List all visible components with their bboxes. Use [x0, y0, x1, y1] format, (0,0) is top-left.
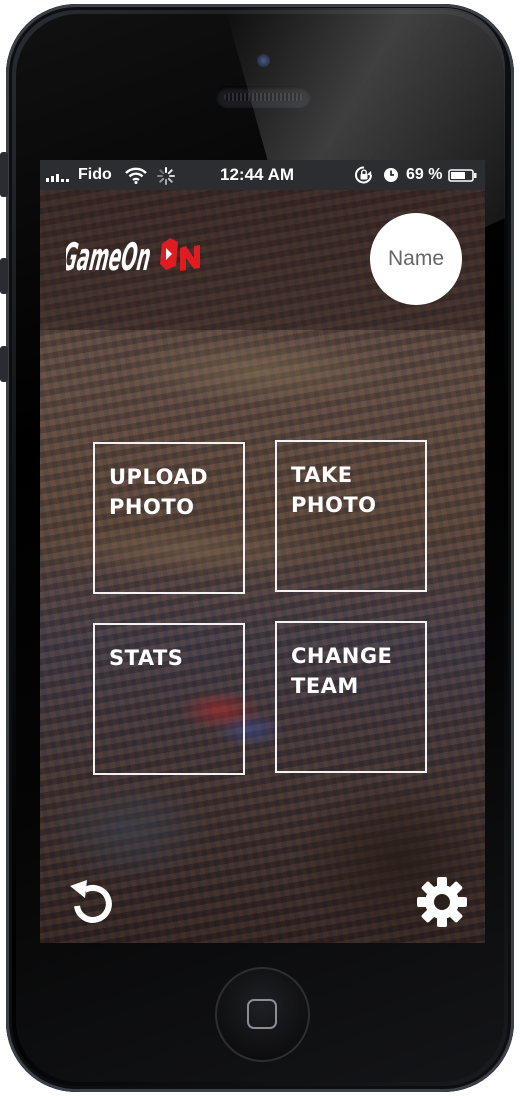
- gear-icon[interactable]: [416, 876, 468, 928]
- stats-button[interactable]: STATS: [93, 623, 245, 775]
- rotation-lock-icon: [355, 166, 372, 184]
- status-time: 12:44 AM: [220, 165, 295, 184]
- app-screen: Fido 12:44 AM 69 % GameOn Name UPLOAD PH…: [40, 160, 485, 943]
- signal-bars-icon: [46, 174, 69, 182]
- tile-label-line1: STATS: [109, 646, 184, 670]
- tile-label-line2: PHOTO: [109, 495, 195, 519]
- status-bar: Fido 12:44 AM 69 %: [40, 160, 485, 190]
- refresh-icon[interactable]: [65, 876, 121, 932]
- take-photo-button[interactable]: TAKE PHOTO: [275, 440, 427, 592]
- volume-down-button: [0, 346, 8, 382]
- front-camera: [257, 54, 270, 67]
- logo-game-text: GameOn: [66, 236, 153, 280]
- profile-name-label: Name: [387, 247, 445, 270]
- profile-name-button[interactable]: Name: [370, 213, 462, 305]
- home-button[interactable]: [215, 967, 310, 1062]
- carrier-name: Fido: [78, 166, 112, 183]
- wifi-icon: [125, 167, 147, 184]
- battery-percent: 69 %: [406, 166, 443, 183]
- tile-label-line1: UPLOAD: [109, 465, 209, 489]
- tile-label-line1: TAKE: [291, 463, 353, 487]
- tile-label-line1: CHANGE: [291, 644, 393, 668]
- mute-switch: [0, 152, 8, 197]
- tile-label-line2: PHOTO: [291, 493, 377, 517]
- upload-photo-button[interactable]: UPLOAD PHOTO: [93, 442, 245, 594]
- gameon-logo: GameOn: [66, 236, 200, 280]
- change-team-button[interactable]: CHANGE TEAM: [275, 621, 427, 773]
- battery-icon: [448, 169, 477, 182]
- tile-label-line2: TEAM: [291, 674, 359, 698]
- earpiece-speaker: [216, 86, 311, 108]
- home-square-icon: [247, 999, 277, 1029]
- volume-up-button: [0, 258, 8, 294]
- alarm-clock-icon: [384, 168, 398, 182]
- loading-spinner-icon: [157, 167, 175, 185]
